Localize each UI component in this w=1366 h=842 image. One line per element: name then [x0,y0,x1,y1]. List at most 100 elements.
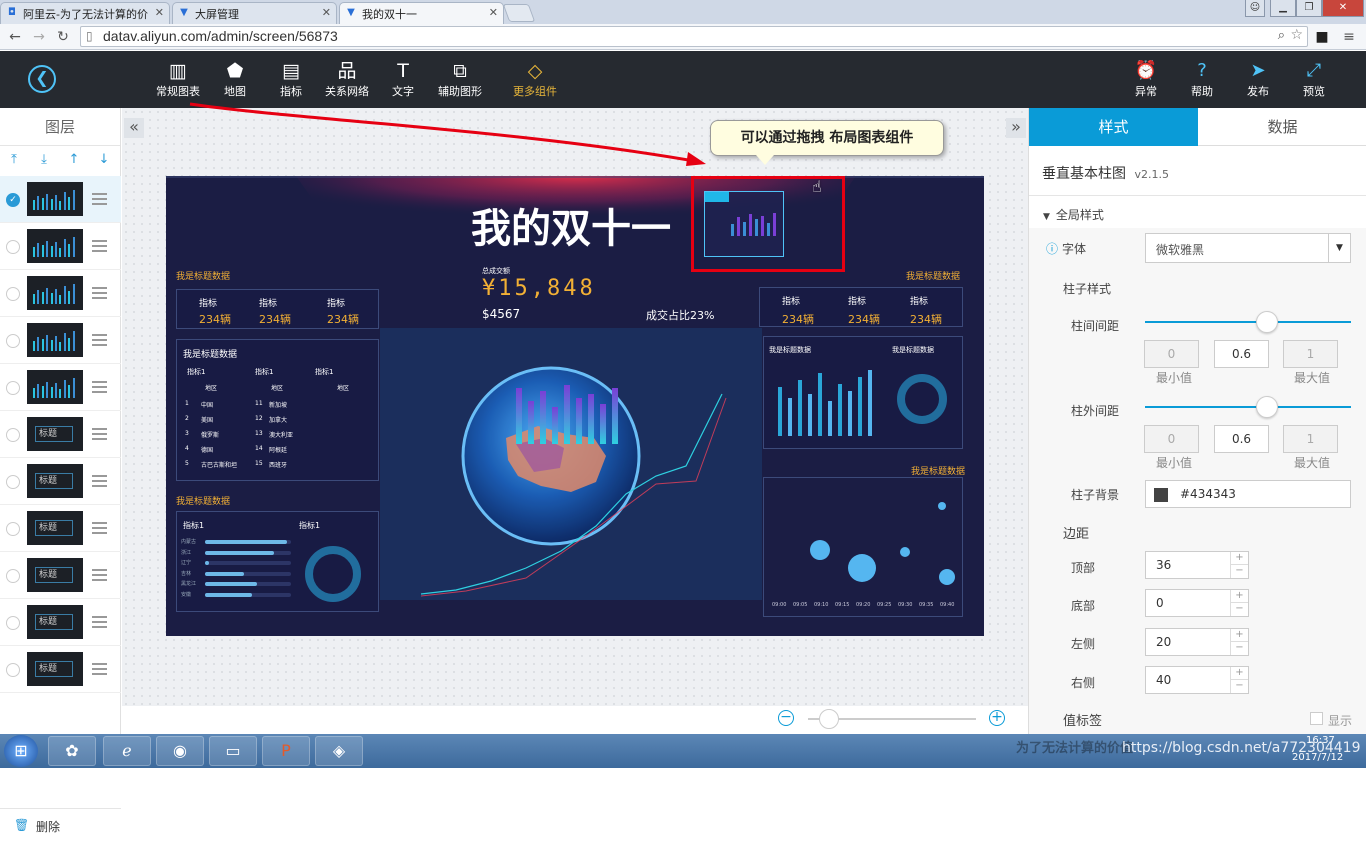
bar-bg-color-field[interactable]: #434343 [1145,480,1351,508]
layer-row[interactable]: 标题 [0,552,121,599]
layer-checkbox[interactable] [6,522,20,536]
drag-handle-icon[interactable] [92,381,107,393]
drag-handle-icon[interactable] [92,287,107,299]
decrement-icon[interactable]: − [1230,642,1248,655]
browser-tab-dashboard[interactable]: ▼ 大屏管理 ✕ [172,2,337,24]
margin-right-input[interactable]: 40 + − [1145,666,1249,694]
drag-handle-icon[interactable] [92,334,107,346]
forward-arrow-icon[interactable]: → [30,28,48,46]
tool-relation-network[interactable]: 品 关系网络 [317,59,377,99]
window-close-button[interactable]: ✕ [1322,0,1364,17]
layer-checkbox[interactable] [6,475,20,489]
font-select[interactable]: 微软雅黑 ▼ [1145,233,1351,263]
color-swatch[interactable] [1154,488,1168,502]
close-icon[interactable]: ✕ [322,6,331,19]
close-icon[interactable]: ✕ [489,6,498,19]
browser-tab-double11[interactable]: ▼ 我的双十一 ✕ [339,2,504,24]
drag-handle-icon[interactable] [92,428,107,440]
new-tab-button[interactable] [502,4,536,22]
margin-top-input[interactable]: 36 + − [1145,551,1249,579]
layer-row[interactable]: 标题 [0,646,121,693]
global-style-section[interactable]: ▼ 全局样式 [1043,206,1104,223]
drag-handle-icon[interactable] [92,663,107,675]
bookmark-star-icon[interactable]: ☆ [1290,27,1303,43]
increment-icon[interactable]: + [1230,552,1248,565]
margin-left-input[interactable]: 20 + − [1145,628,1249,656]
tool-exception[interactable]: ⏰ 异常 [1126,59,1166,99]
user-icon[interactable]: ☺ [1245,0,1265,17]
show-checkbox[interactable] [1310,712,1323,725]
layer-row[interactable]: 标题 [0,599,121,646]
increment-icon[interactable]: + [1230,590,1248,603]
layer-checkbox[interactable] [6,381,20,395]
minimize-button[interactable]: ▁ [1270,0,1296,17]
taskbar-folder-icon[interactable]: ▭ [209,736,257,766]
layer-checkbox[interactable] [6,334,20,348]
zoom-out-icon[interactable]: − [778,710,794,726]
layer-row[interactable] [0,364,121,411]
layer-row[interactable]: 标题 [0,411,121,458]
layer-row[interactable] [0,270,121,317]
close-icon[interactable]: ✕ [155,6,164,19]
reload-icon[interactable]: ↻ [54,28,72,46]
taskbar-app2-icon[interactable]: ◈ [315,736,363,766]
tool-publish[interactable]: ➤ 发布 [1238,59,1278,99]
dashboard-screen[interactable]: 我的双十一 我是标题数据 我是标题数据 我是标题数据 我是标题数据 总成交额 ¥… [166,176,984,636]
layer-checkbox[interactable] [6,240,20,254]
increment-icon[interactable]: + [1230,667,1248,680]
inner-gap-slider[interactable] [1145,321,1351,323]
outer-gap-input[interactable]: 0.6 [1214,425,1269,453]
inner-gap-input[interactable]: 0.6 [1214,340,1269,368]
back-arrow-icon[interactable]: ← [6,28,24,46]
layer-checkbox[interactable] [6,663,20,677]
taskbar-ie-icon[interactable]: ℯ [103,736,151,766]
outer-gap-slider-knob[interactable] [1256,396,1278,418]
layer-checkbox[interactable]: ✓ [6,193,20,207]
layer-row[interactable] [0,223,121,270]
extension-icon[interactable]: ■ [1313,28,1331,46]
tool-map[interactable]: ⬟ 地图 [205,59,265,99]
drag-handle-icon[interactable] [92,193,107,205]
tool-auxiliary-shapes[interactable]: ⧉ 辅助图形 [430,59,490,99]
zoom-in-icon[interactable]: + [989,710,1005,726]
layer-checkbox[interactable] [6,569,20,583]
tool-text[interactable]: T 文字 [373,59,433,99]
tab-data[interactable]: 数据 [1198,108,1366,146]
decrement-icon[interactable]: − [1230,565,1248,578]
layer-row[interactable]: ✓ [0,176,121,223]
drag-handle-icon[interactable] [92,240,107,252]
start-button[interactable]: ⊞ [4,735,38,767]
delete-button[interactable]: 🗑 删除 [0,808,121,842]
layer-checkbox[interactable] [6,616,20,630]
zoom-slider-knob[interactable] [819,709,839,729]
decrement-icon[interactable]: − [1230,603,1248,616]
layer-row[interactable] [0,317,121,364]
help-circle-icon[interactable]: ⓘ [1046,242,1058,256]
tool-help[interactable]: ? 帮助 [1182,59,1222,99]
layer-row[interactable]: 标题 [0,458,121,505]
drag-handle-icon[interactable] [92,616,107,628]
zoom-icon[interactable]: ⌕ [1278,28,1285,43]
drag-handle-icon[interactable] [92,475,107,487]
dragged-chart-component[interactable] [704,191,784,257]
taskbar-powerpoint-icon[interactable]: P [262,736,310,766]
layer-checkbox[interactable] [6,287,20,301]
inner-gap-slider-knob[interactable] [1256,311,1278,333]
layer-checkbox[interactable] [6,428,20,442]
browser-tab-aliyun[interactable]: ◘ 阿里云-为了无法计算的价 ✕ [0,2,170,24]
margin-bottom-input[interactable]: 0 + − [1145,589,1249,617]
tool-indicator[interactable]: ▤ 指标 [261,59,321,99]
url-field[interactable]: ▯ datav.aliyun.com/admin/screen/56873 ⌕ … [80,26,1308,47]
tool-preview[interactable]: ⤢ 预览 [1294,59,1334,99]
tab-style[interactable]: 样式 [1029,108,1198,146]
outer-gap-slider[interactable] [1145,406,1351,408]
back-button[interactable]: ❮ [28,65,56,93]
collapse-right-icon[interactable]: » [1006,118,1026,138]
restore-button[interactable]: ❐ [1296,0,1322,17]
tool-regular-charts[interactable]: ▥ 常规图表 [148,59,208,99]
drag-handle-icon[interactable] [92,522,107,534]
drag-handle-icon[interactable] [92,569,107,581]
layer-row[interactable]: 标题 [0,505,121,552]
chevron-down-icon[interactable]: ▼ [1328,234,1350,262]
decrement-icon[interactable]: − [1230,680,1248,693]
